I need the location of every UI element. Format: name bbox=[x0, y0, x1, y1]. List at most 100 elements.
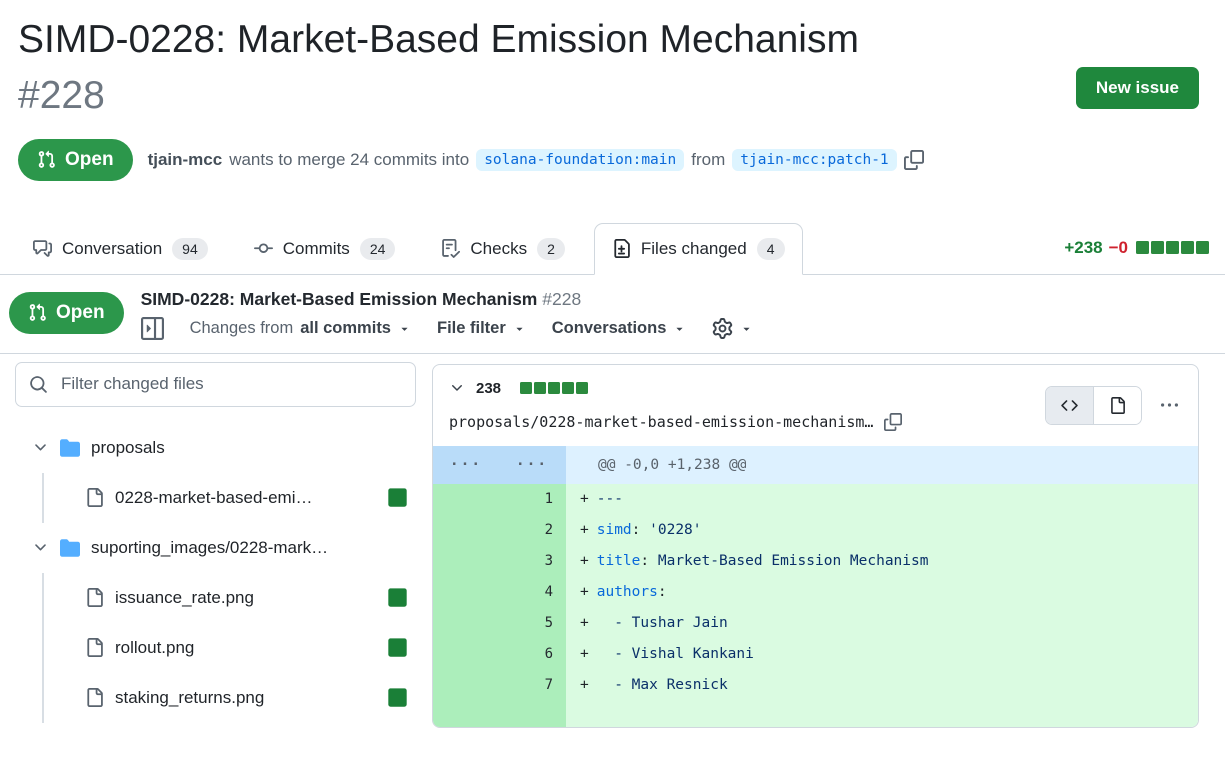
sidebar-collapse-icon[interactable] bbox=[141, 317, 164, 340]
conversations-dropdown[interactable]: Conversations bbox=[552, 319, 687, 338]
tree-folder-proposals[interactable]: proposals bbox=[15, 423, 416, 473]
tree-folder-suporting-images[interactable]: suporting_images/0228-mark… bbox=[15, 523, 416, 573]
git-pull-request-icon bbox=[37, 150, 56, 169]
diff-plus-sign: + bbox=[580, 615, 589, 631]
copy-path-icon[interactable] bbox=[884, 413, 902, 431]
tree-file-0228-market-based[interactable]: 0228-market-based-emi… bbox=[44, 473, 416, 523]
file-filter-dropdown[interactable]: File filter bbox=[437, 319, 526, 338]
kebab-menu-icon[interactable] bbox=[1157, 393, 1182, 418]
code-sep: : bbox=[640, 553, 657, 569]
diff-file-path-row: proposals/0228-market-based-emission-mec… bbox=[449, 413, 902, 431]
code-key: title bbox=[597, 553, 641, 569]
diff-line-code[interactable]: +--- bbox=[566, 484, 1198, 515]
diff-line-number[interactable]: 4 bbox=[433, 577, 566, 608]
tab-conversation[interactable]: Conversation 94 bbox=[16, 224, 225, 274]
diff-line-code[interactable]: +title: Market-Based Emission Mechanism bbox=[566, 546, 1198, 577]
file-icon bbox=[85, 688, 104, 707]
diff-line: 7 + - Max Resnick bbox=[433, 670, 1198, 701]
chevron-down-icon bbox=[32, 539, 49, 556]
diff-line-code[interactable]: + - Max Resnick bbox=[566, 670, 1198, 701]
expand-hunk-button[interactable]: ... bbox=[433, 446, 499, 484]
chevron-down-icon bbox=[740, 322, 753, 335]
tree-file-label: rollout.png bbox=[115, 638, 194, 658]
pr-state-badge-sticky: Open bbox=[9, 292, 124, 334]
rich-file-view-button[interactable] bbox=[1093, 387, 1141, 424]
tree-file-rollout[interactable]: rollout.png bbox=[44, 623, 416, 673]
diff-settings-dropdown[interactable] bbox=[712, 318, 753, 339]
tree-group: 0228-market-based-emi… bbox=[42, 473, 416, 523]
changes-from-value: all commits bbox=[300, 319, 391, 338]
file-icon bbox=[85, 588, 104, 607]
code-value: Market-Based Emission Mechanism bbox=[658, 553, 929, 569]
tab-files-changed[interactable]: Files changed 4 bbox=[594, 223, 803, 275]
code-key: authors bbox=[597, 584, 658, 600]
file-additions-count: 238 bbox=[476, 380, 501, 397]
file-path[interactable]: proposals/0228-market-based-emission-mec… bbox=[449, 413, 873, 431]
tab-commits[interactable]: Commits 24 bbox=[237, 224, 413, 274]
diffstat-block bbox=[534, 382, 546, 394]
diff-controls-row: Changes from all commits File filter Con… bbox=[141, 317, 754, 340]
tab-label: Files changed bbox=[641, 239, 747, 259]
sticky-title: SIMD-0228: Market-Based Emission Mechani… bbox=[141, 289, 754, 310]
file-tree-sidebar: proposals 0228-market-based-emi… suporti… bbox=[0, 362, 432, 723]
search-icon bbox=[29, 375, 48, 394]
chevron-down-icon bbox=[398, 322, 411, 335]
diffstat-summary: +238 −0 bbox=[1064, 238, 1209, 274]
file-icon bbox=[85, 638, 104, 657]
diff-file-stat-row: 238 bbox=[449, 380, 902, 397]
tab-count: 4 bbox=[757, 238, 785, 260]
diff-plus-sign: + bbox=[580, 491, 589, 507]
expand-hunk-button[interactable]: ... bbox=[499, 446, 565, 484]
checklist-icon bbox=[441, 239, 460, 258]
diff-line-number[interactable]: 1 bbox=[433, 484, 566, 515]
diff-file-panel: 238 proposals/0228-market-based-emission… bbox=[432, 364, 1199, 728]
diff-line-code[interactable]: + - Tushar Jain bbox=[566, 608, 1198, 639]
issue-number: #228 bbox=[18, 74, 105, 117]
base-branch-label[interactable]: solana-foundation:main bbox=[476, 149, 684, 171]
diff-line-number[interactable]: 6 bbox=[433, 639, 566, 670]
tree-folder-label: suporting_images/0228-mark… bbox=[91, 538, 328, 558]
head-branch-label[interactable]: tjain-mcc:patch-1 bbox=[732, 149, 896, 171]
code-key: simd bbox=[597, 522, 632, 538]
tree-file-issuance-rate[interactable]: issuance_rate.png bbox=[44, 573, 416, 623]
pr-header: SIMD-0228: Market-Based Emission Mechani… bbox=[0, 12, 1225, 181]
diffstat-block bbox=[1151, 241, 1164, 254]
diffstat-blocks bbox=[1136, 241, 1209, 254]
diff-line-number[interactable]: 5 bbox=[433, 608, 566, 639]
diff-line-number[interactable]: 7 bbox=[433, 670, 566, 701]
git-pull-request-icon bbox=[28, 303, 47, 322]
diff-line-code[interactable]: +simd: '0228' bbox=[566, 515, 1198, 546]
new-issue-button[interactable]: New issue bbox=[1076, 67, 1199, 109]
file-icon bbox=[1109, 397, 1126, 414]
file-tree: proposals 0228-market-based-emi… suporti… bbox=[15, 423, 416, 723]
pr-state-label: Open bbox=[65, 149, 114, 171]
diff-line-code[interactable]: + - Vishal Kankani bbox=[566, 639, 1198, 670]
deletions-count: −0 bbox=[1109, 238, 1128, 258]
diff-line: 6 + - Vishal Kankani bbox=[433, 639, 1198, 670]
folder-icon bbox=[60, 538, 80, 558]
tree-file-staking-returns[interactable]: staking_returns.png bbox=[44, 673, 416, 723]
changes-from-dropdown[interactable]: Changes from all commits bbox=[190, 319, 411, 338]
code-view-button[interactable] bbox=[1046, 387, 1093, 424]
diff-added-icon bbox=[387, 637, 408, 658]
tab-label: Conversation bbox=[62, 239, 162, 259]
merge-action-text: wants to merge 24 commits into bbox=[229, 150, 469, 170]
copy-branch-icon[interactable] bbox=[904, 150, 924, 170]
chevron-down-icon bbox=[513, 322, 526, 335]
filter-changed-files-input[interactable] bbox=[59, 373, 402, 395]
diff-line-code[interactable]: +authors: bbox=[566, 577, 1198, 608]
diffstat-blocks bbox=[520, 382, 588, 394]
tab-checks[interactable]: Checks 2 bbox=[424, 224, 581, 274]
code-value: '0228' bbox=[649, 522, 701, 538]
collapse-file-chevron-icon[interactable] bbox=[449, 380, 465, 396]
diff-line-number[interactable]: 3 bbox=[433, 546, 566, 577]
diff-line-number[interactable]: 2 bbox=[433, 515, 566, 546]
diffstat-block bbox=[576, 382, 588, 394]
diff-view-controls bbox=[1045, 386, 1182, 425]
file-filter-label: File filter bbox=[437, 319, 506, 338]
from-word: from bbox=[691, 150, 725, 170]
author-login[interactable]: tjain-mcc bbox=[148, 150, 223, 170]
tree-group: issuance_rate.png rollout.png staking_re… bbox=[42, 573, 416, 723]
tree-file-label: staking_returns.png bbox=[115, 688, 264, 708]
tree-folder-label: proposals bbox=[91, 438, 165, 458]
